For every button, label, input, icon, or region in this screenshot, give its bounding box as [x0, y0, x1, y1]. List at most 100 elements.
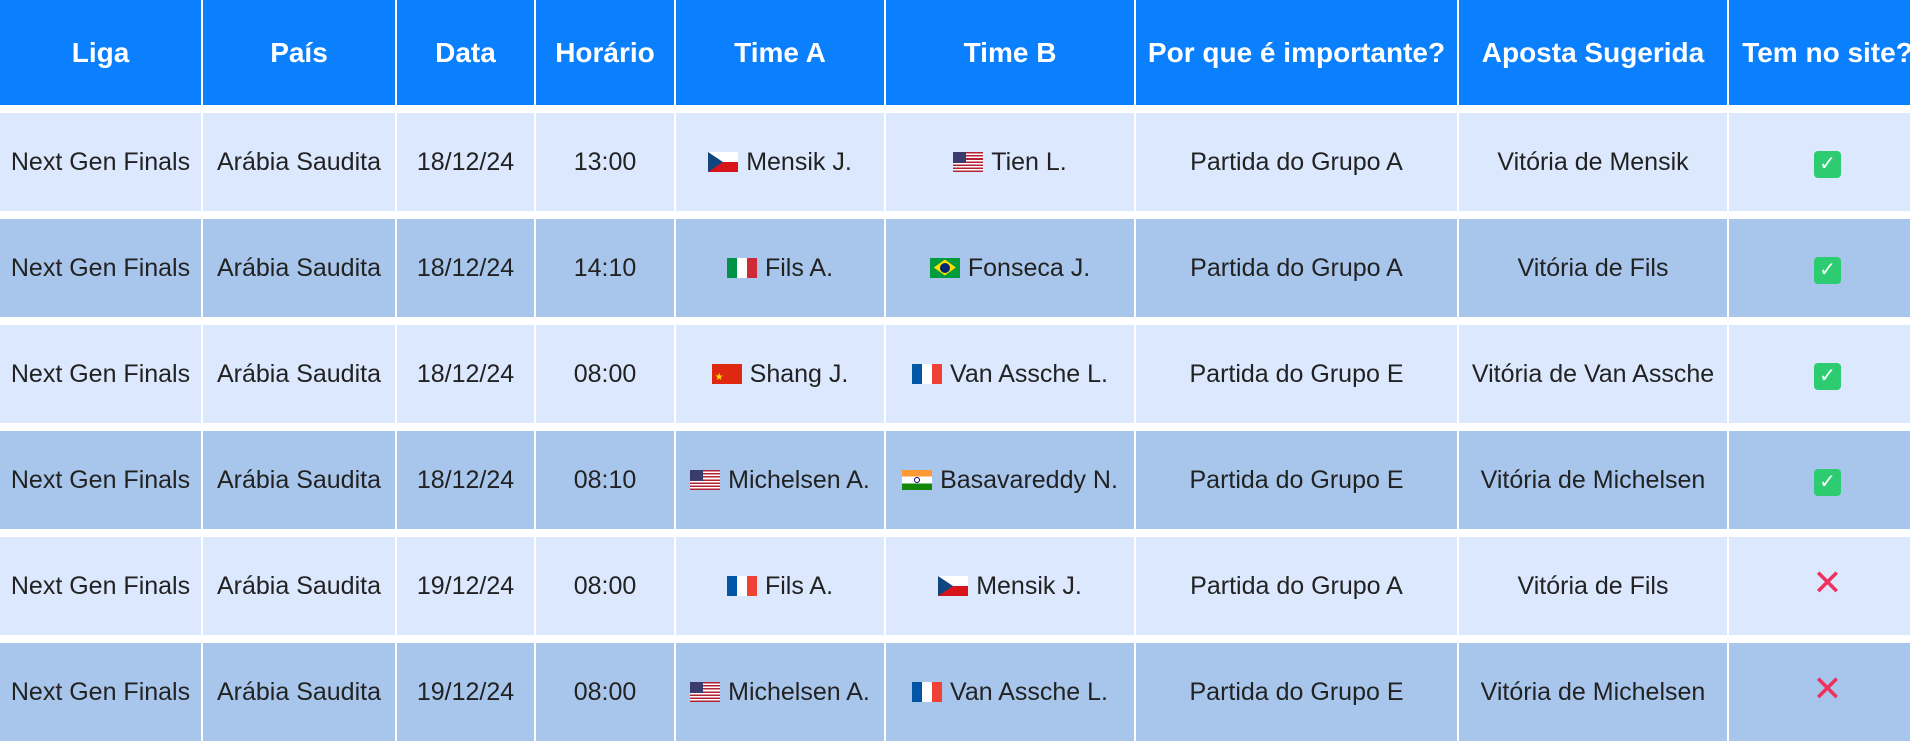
cell-horario: 08:10 — [536, 423, 674, 529]
cell-aposta: Vitória de Michelsen — [1459, 635, 1727, 741]
player-name: Basavareddy N. — [940, 465, 1118, 494]
cell-time-a: Fils A. — [676, 529, 884, 635]
cell-time-a: Fils A. — [676, 211, 884, 317]
cell-liga: Next Gen Finals — [0, 635, 201, 741]
cell-data: 18/12/24 — [397, 211, 534, 317]
cell-horario: 14:10 — [536, 211, 674, 317]
cell-horario: 13:00 — [536, 105, 674, 211]
cz-flag-icon — [938, 575, 969, 596]
cell-horario: 08:00 — [536, 635, 674, 741]
cell-time-a: Shang J. — [676, 317, 884, 423]
check-icon: ✓ — [1814, 256, 1841, 284]
cell-time-b: Tien L. — [886, 105, 1134, 211]
cell-time-b: Fonseca J. — [886, 211, 1134, 317]
matches-table: Liga País Data Horário Time A Time B Por… — [0, 0, 1910, 741]
header-data: Data — [397, 0, 534, 105]
cell-liga: Next Gen Finals — [0, 529, 201, 635]
cn-flag-icon — [711, 363, 742, 384]
player-name: Tien L. — [991, 147, 1067, 176]
cell-time-a: Michelsen A. — [676, 635, 884, 741]
table-row: Next Gen Finals Arábia Saudita 18/12/24 13:… — [0, 105, 1910, 211]
check-icon: ✓ — [1814, 468, 1841, 496]
cell-time-b: Mensik J. — [886, 529, 1134, 635]
fr-flag-icon — [912, 363, 942, 384]
header-time-a: Time A — [676, 0, 884, 105]
header-horario: Horário — [536, 0, 674, 105]
cell-data: 18/12/24 — [397, 105, 534, 211]
cell-data: 18/12/24 — [397, 317, 534, 423]
cell-motivo: Partida do Grupo E — [1136, 635, 1457, 741]
cell-motivo: Partida do Grupo A — [1136, 211, 1457, 317]
cross-icon: ✕ — [1812, 668, 1843, 709]
player-name: Van Assche L. — [950, 677, 1108, 706]
cell-no-site: ✕ — [1729, 635, 1910, 741]
cell-motivo: Partida do Grupo E — [1136, 423, 1457, 529]
cell-motivo: Partida do Grupo A — [1136, 529, 1457, 635]
cell-liga: Next Gen Finals — [0, 423, 201, 529]
cell-data: 19/12/24 — [397, 635, 534, 741]
cell-aposta: Vitória de Fils — [1459, 529, 1727, 635]
check-icon: ✓ — [1814, 362, 1841, 390]
cell-data: 19/12/24 — [397, 529, 534, 635]
table-row: Next Gen Finals Arábia Saudita 18/12/24 08:… — [0, 317, 1910, 423]
cell-no-site: ✓ — [1729, 317, 1910, 423]
br-flag-icon — [929, 257, 960, 278]
cell-no-site: ✓ — [1729, 423, 1910, 529]
player-name: Fonseca J. — [967, 253, 1091, 282]
cell-time-a: Michelsen A. — [676, 423, 884, 529]
player-name: Mensik J. — [976, 571, 1082, 600]
table-row: Next Gen Finals Arábia Saudita 18/12/24 14:… — [0, 211, 1910, 317]
player-name: Fils A. — [764, 571, 834, 600]
header-time-b: Time B — [886, 0, 1134, 105]
player-name: Van Assche L. — [950, 359, 1108, 388]
header-motivo: Por que é importante? — [1136, 0, 1457, 105]
table-row: Next Gen Finals Arábia Saudita 19/12/24 08:… — [0, 529, 1910, 635]
cell-no-site: ✓ — [1729, 105, 1910, 211]
header-row: Liga País Data Horário Time A Time B Por… — [0, 0, 1910, 105]
cz-flag-icon — [708, 151, 739, 172]
cell-liga: Next Gen Finals — [0, 105, 201, 211]
header-aposta: Aposta Sugerida — [1459, 0, 1727, 105]
cell-time-b: Van Assche L. — [886, 635, 1134, 741]
cell-motivo: Partida do Grupo E — [1136, 317, 1457, 423]
cell-motivo: Partida do Grupo A — [1136, 105, 1457, 211]
cell-aposta: Vitória de Michelsen — [1459, 423, 1727, 529]
cell-pais: Arábia Saudita — [203, 211, 395, 317]
fr-flag-icon — [912, 681, 942, 702]
cell-data: 18/12/24 — [397, 423, 534, 529]
cross-icon: ✕ — [1812, 562, 1843, 603]
us-flag-icon — [690, 681, 721, 702]
cell-time-a: Mensik J. — [676, 105, 884, 211]
cell-pais: Arábia Saudita — [203, 423, 395, 529]
player-name: Fils A. — [764, 253, 834, 282]
cell-no-site: ✕ — [1729, 529, 1910, 635]
cell-pais: Arábia Saudita — [203, 317, 395, 423]
header-liga: Liga — [0, 0, 201, 105]
cell-liga: Next Gen Finals — [0, 317, 201, 423]
cell-aposta: Vitória de Mensik — [1459, 105, 1727, 211]
cell-pais: Arábia Saudita — [203, 635, 395, 741]
table-row: Next Gen Finals Arábia Saudita 18/12/24 08:… — [0, 423, 1910, 529]
fr-flag-icon — [726, 575, 757, 596]
us-flag-icon — [953, 151, 984, 172]
us-flag-icon — [690, 469, 721, 490]
cell-time-b: Basavareddy N. — [886, 423, 1134, 529]
cell-pais: Arábia Saudita — [203, 105, 395, 211]
cell-time-b: Van Assche L. — [886, 317, 1134, 423]
player-name: Michelsen A. — [728, 465, 870, 494]
cell-no-site: ✓ — [1729, 211, 1910, 317]
cell-horario: 08:00 — [536, 529, 674, 635]
header-pais: País — [203, 0, 395, 105]
cell-horario: 08:00 — [536, 317, 674, 423]
it-flag-icon — [726, 257, 757, 278]
player-name: Shang J. — [749, 359, 849, 388]
player-name: Mensik J. — [746, 147, 852, 176]
header-no-site: Tem no site? — [1729, 0, 1910, 105]
cell-aposta: Vitória de Van Assche — [1459, 317, 1727, 423]
cell-liga: Next Gen Finals — [0, 211, 201, 317]
check-icon: ✓ — [1814, 150, 1841, 178]
cell-aposta: Vitória de Fils — [1459, 211, 1727, 317]
in-flag-icon — [902, 469, 933, 490]
table-row: Next Gen Finals Arábia Saudita 19/12/24 08:… — [0, 635, 1910, 741]
player-name: Michelsen A. — [728, 677, 870, 706]
